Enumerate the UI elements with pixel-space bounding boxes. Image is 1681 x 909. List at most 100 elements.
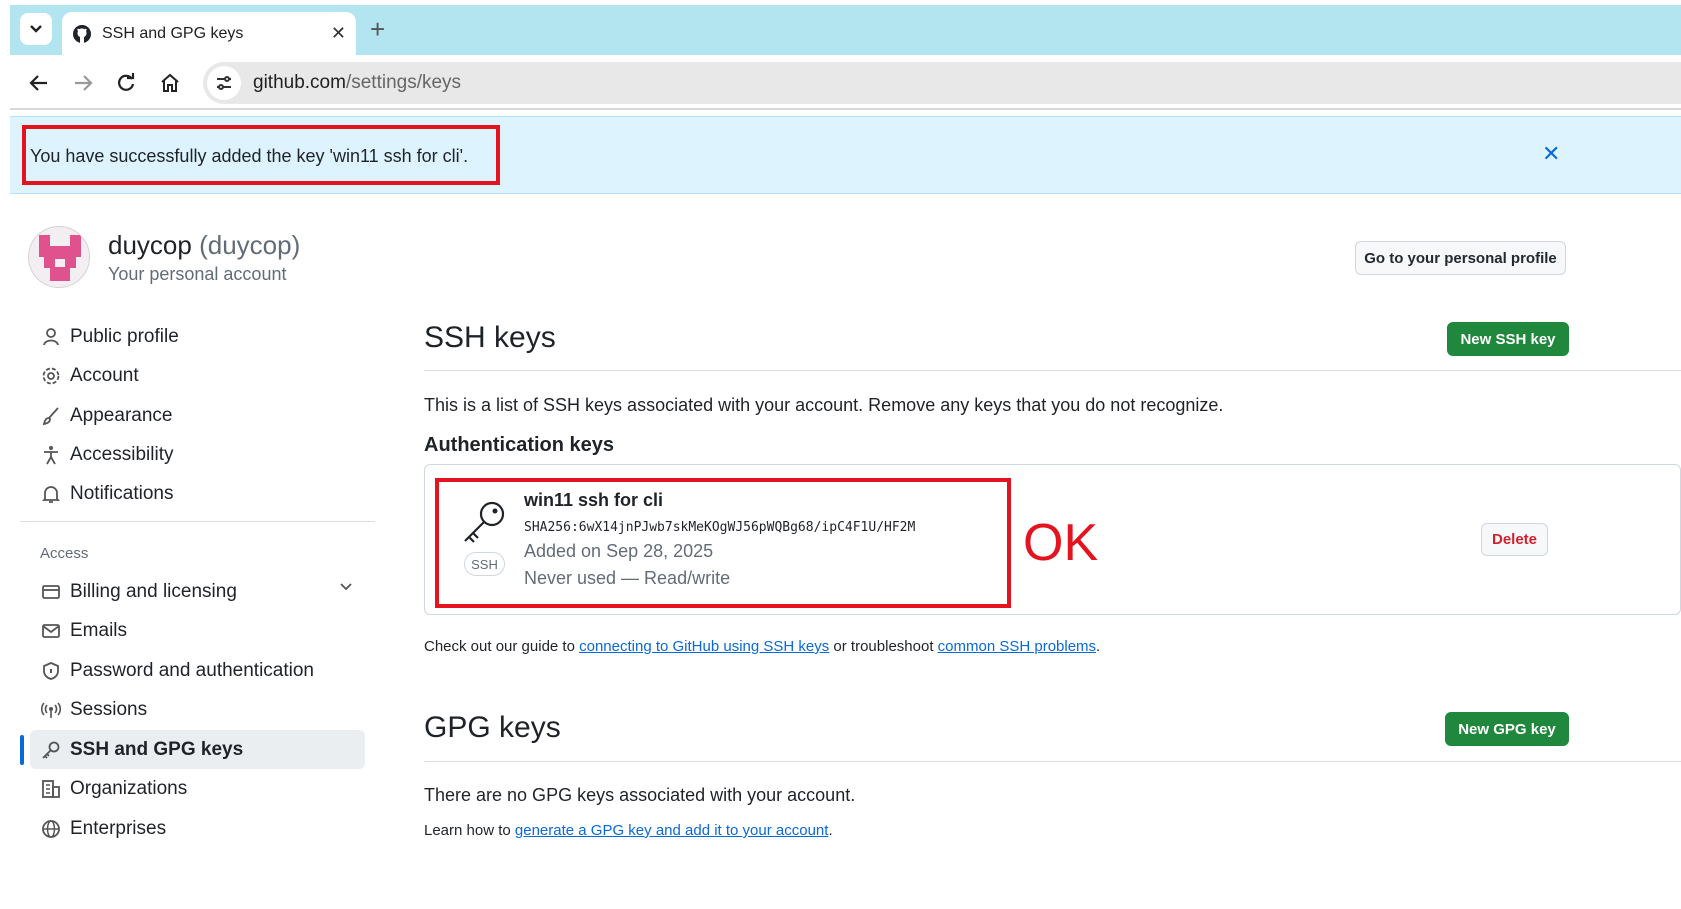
avatar[interactable] [28, 226, 90, 288]
sidebar-item-label: Accessibility [70, 443, 174, 465]
new-ssh-key-button[interactable]: New SSH key [1447, 322, 1569, 356]
sidebar-item-label: Enterprises [70, 817, 167, 839]
tab-search-button[interactable] [20, 13, 52, 45]
section-divider [424, 761, 1681, 762]
delete-key-button[interactable]: Delete [1481, 523, 1548, 556]
credit-card-icon [40, 581, 62, 603]
section-divider [424, 370, 1681, 371]
guide-suffix: . [1096, 638, 1101, 655]
ssh-badge: SSH [464, 552, 505, 576]
key-icon [464, 501, 505, 543]
broadcast-icon [40, 699, 62, 721]
mail-icon [40, 620, 62, 642]
sidebar-item-label: Password and authentication [70, 659, 314, 681]
sidebar-item-label: SSH and GPG keys [70, 738, 244, 760]
gpg-learn-text: Learn how to generate a GPG key and add … [424, 822, 833, 839]
ssh-key-fingerprint: SHA256:6wX14jnPJwb7skMeKOgWJ56pWQBg68/ip… [524, 520, 916, 535]
sidebar-item-label: Sessions [70, 698, 148, 720]
sidebar-item-label: Public profile [70, 325, 179, 347]
account-name[interactable]: duycop (duycop) [108, 230, 300, 261]
sidebar-heading-access: Access [40, 545, 89, 562]
sidebar-item-password[interactable]: Password and authentication [30, 651, 365, 690]
flash-close-icon[interactable]: ✕ [1542, 141, 1560, 167]
new-tab-button[interactable]: + [370, 15, 385, 43]
ssh-key-title: win11 ssh for cli [524, 490, 664, 510]
user-login: (duycop) [199, 230, 301, 260]
sidebar-item-label: Emails [70, 619, 128, 641]
guide-prefix: Check out our guide to [424, 638, 580, 655]
learn-prefix: Learn how to [424, 822, 515, 839]
sidebar-item-appearance[interactable]: Appearance [30, 396, 365, 435]
home-button[interactable] [157, 70, 183, 96]
go-to-profile-button[interactable]: Go to your personal profile [1355, 241, 1566, 275]
tab-close-icon[interactable]: ✕ [331, 23, 346, 44]
address-bar[interactable]: github.com/settings/keys [203, 62, 1681, 104]
ssh-guide-text: Check out our guide to connecting to Git… [424, 638, 1100, 655]
ssh-troubleshoot-link[interactable]: common SSH problems [938, 638, 1096, 655]
sidebar-item-ssh-gpg-keys[interactable]: SSH and GPG keys [30, 730, 365, 769]
sidebar-item-account[interactable]: Account [30, 356, 365, 395]
url-host: github.com [253, 72, 346, 93]
sidebar-item-notifications[interactable]: Notifications [30, 474, 365, 513]
key-icon [40, 739, 62, 761]
sidebar-divider [20, 521, 375, 522]
ssh-keys-title: SSH keys [424, 321, 556, 354]
accessibility-icon [40, 444, 62, 466]
chevron-down-icon [340, 583, 352, 591]
sidebar-item-label: Billing and licensing [70, 580, 237, 602]
user-display-name: duycop [108, 230, 192, 260]
tune-icon [217, 76, 231, 90]
flash-message: You have successfully added the key 'win… [30, 146, 469, 166]
ssh-key-added-date: Added on Sep 28, 2025 [524, 541, 714, 561]
browser-toolbar: github.com/settings/keys [10, 55, 1681, 110]
gpg-learn-link[interactable]: generate a GPG key and add it to your ac… [515, 822, 829, 839]
home-icon [161, 73, 179, 92]
ssh-guide-link[interactable]: connecting to GitHub using SSH keys [579, 638, 829, 655]
sidebar-item-organizations[interactable]: Organizations [30, 769, 365, 808]
gpg-keys-title: GPG keys [424, 711, 561, 744]
guide-middle: or troubleshoot [829, 638, 938, 655]
tab-title: SSH and GPG keys [102, 24, 244, 42]
learn-suffix: . [828, 822, 833, 839]
github-logo-icon [73, 24, 91, 43]
sidebar-item-public-profile[interactable]: Public profile [30, 317, 365, 356]
sidebar-item-emails[interactable]: Emails [30, 611, 365, 650]
sidebar-item-label: Organizations [70, 777, 188, 799]
sidebar-item-label: Notifications [70, 482, 174, 504]
annotation-ok-label: OK [1023, 514, 1099, 572]
account-subtitle: Your personal account [108, 264, 287, 284]
person-icon [40, 326, 62, 348]
auth-keys-heading: Authentication keys [424, 434, 615, 456]
bell-icon [40, 483, 62, 505]
sidebar-item-sessions[interactable]: Sessions [30, 690, 365, 729]
ssh-key-usage: Never used — Read/write [524, 568, 731, 588]
url-text: github.com/settings/keys [253, 72, 461, 94]
organization-icon [40, 778, 62, 800]
gpg-empty-message: There are no GPG keys associated with yo… [424, 785, 856, 805]
ssh-description: This is a list of SSH keys associated wi… [424, 395, 1224, 415]
reload-button[interactable] [113, 70, 139, 96]
flash-banner: You have successfully added the key 'win… [10, 116, 1681, 194]
sidebar-item-label: Appearance [70, 404, 173, 426]
sidebar-item-accessibility[interactable]: Accessibility [30, 435, 365, 474]
sidebar-item-enterprises[interactable]: Enterprises [30, 809, 365, 848]
sidebar-item-billing[interactable]: Billing and licensing [30, 572, 365, 611]
back-button[interactable] [26, 70, 52, 96]
arrow-right-icon [75, 75, 93, 91]
globe-icon [40, 818, 62, 840]
browser-tab-strip: SSH and GPG keys ✕ + [10, 5, 1681, 55]
arrow-left-icon [29, 75, 47, 91]
gear-icon [40, 365, 62, 387]
url-path: /settings/keys [345, 72, 462, 93]
chevron-down-icon [30, 25, 42, 33]
sidebar-item-label: Account [70, 364, 139, 386]
sidebar-active-indicator [20, 735, 24, 765]
browser-tab-active[interactable]: SSH and GPG keys ✕ [62, 12, 356, 55]
reload-icon [118, 73, 135, 91]
site-info-button[interactable] [207, 66, 241, 100]
new-gpg-key-button[interactable]: New GPG key [1445, 712, 1569, 746]
forward-button[interactable] [70, 70, 96, 96]
paintbrush-icon [40, 405, 62, 427]
identicon-icon [39, 235, 81, 281]
shield-lock-icon [40, 660, 62, 682]
